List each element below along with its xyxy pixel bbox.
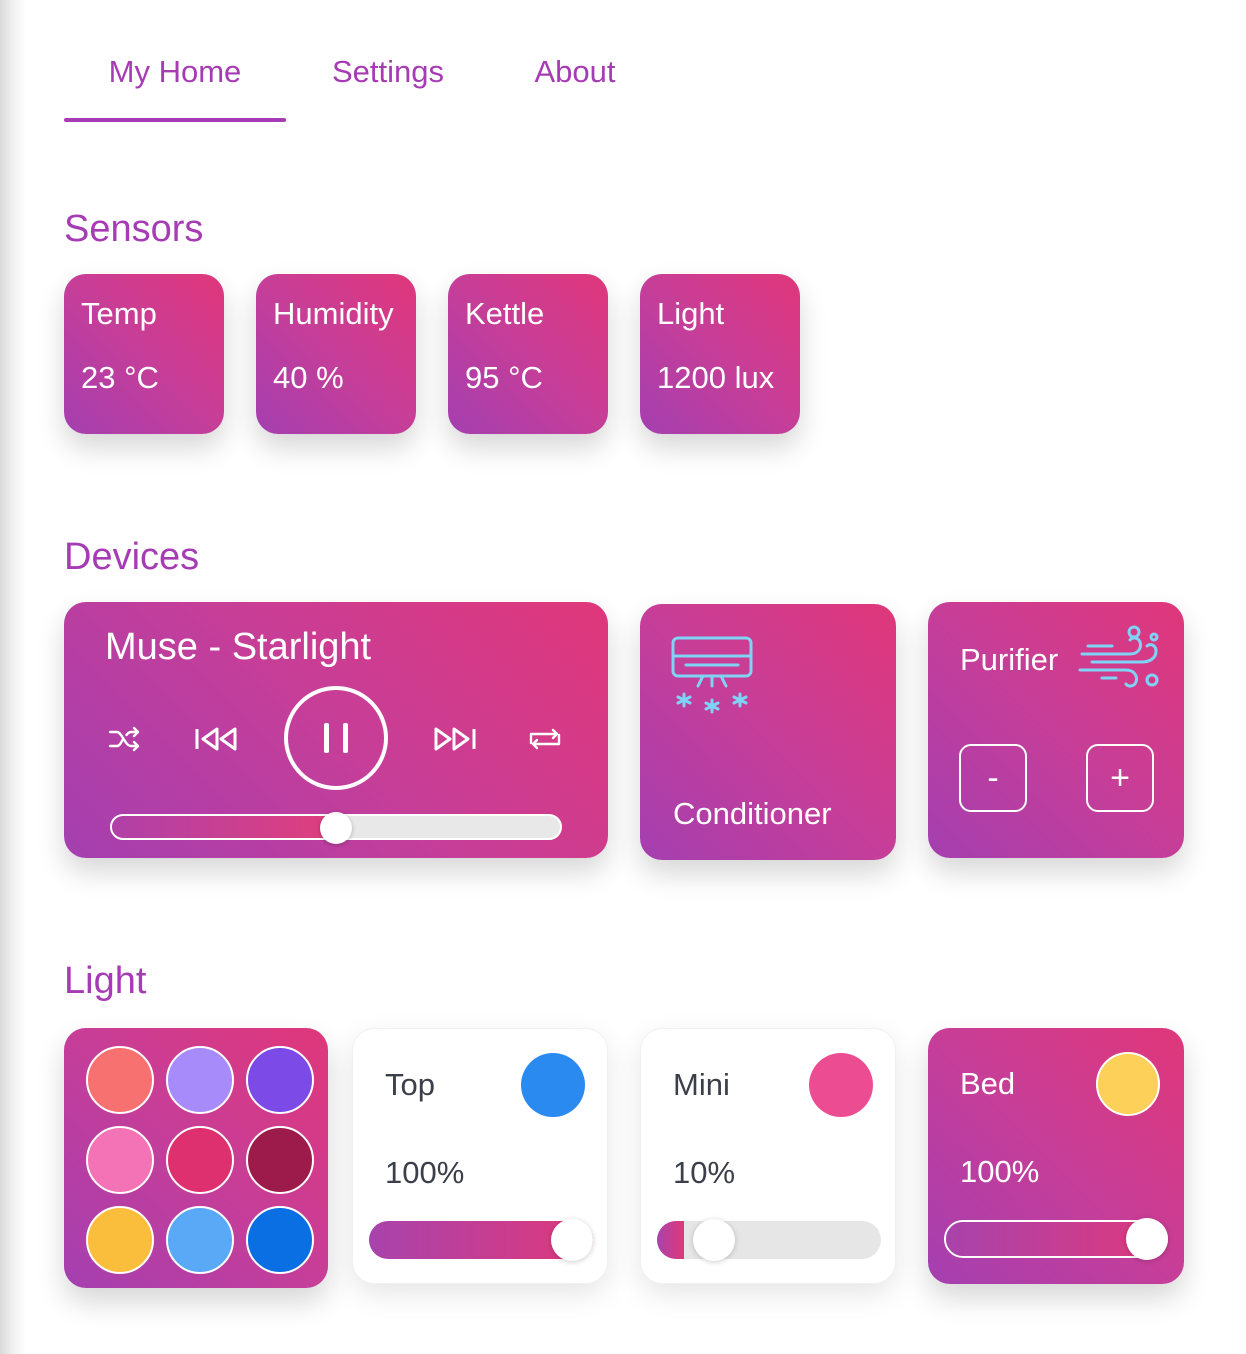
color-palette-card <box>64 1028 328 1288</box>
light-color-indicator[interactable] <box>521 1053 585 1117</box>
tab-settings[interactable]: Settings <box>286 0 490 122</box>
conditioner-label: Conditioner <box>673 796 832 831</box>
conditioner-card[interactable]: Conditioner <box>640 604 896 860</box>
light-card-bed: Bed 100% <box>928 1028 1184 1284</box>
pause-icon <box>324 723 348 753</box>
brightness-slider-handle[interactable] <box>551 1219 593 1261</box>
purifier-label: Purifier <box>960 642 1059 677</box>
left-edge-shadow <box>0 0 26 1354</box>
sensor-value: 95 °C <box>465 360 543 395</box>
sensor-value: 40 % <box>273 360 344 395</box>
tab-about[interactable]: About <box>490 0 660 122</box>
purifier-increase-button[interactable]: + <box>1086 744 1154 812</box>
sensor-card-light: Light 1200 lux <box>640 274 800 434</box>
color-swatch[interactable] <box>246 1206 314 1274</box>
song-title: Muse - Starlight <box>105 626 372 668</box>
brightness-slider-handle[interactable] <box>693 1219 735 1261</box>
next-button[interactable] <box>429 721 479 757</box>
light-brightness-value: 100% <box>385 1155 465 1190</box>
light-brightness-value: 100% <box>960 1154 1040 1189</box>
light-card-mini: Mini 10% <box>640 1028 896 1284</box>
wind-icon <box>1078 624 1162 697</box>
purifier-card: Purifier - + <box>928 602 1184 858</box>
sensor-card-humidity: Humidity 40 % <box>256 274 416 434</box>
section-title-light: Light <box>64 960 147 1002</box>
seek-bar-fill <box>112 816 336 838</box>
brightness-slider-fill <box>657 1221 684 1259</box>
light-name: Mini <box>673 1067 730 1102</box>
color-swatch[interactable] <box>166 1046 234 1114</box>
tab-my-home[interactable]: My Home <box>64 0 286 122</box>
light-color-indicator[interactable] <box>809 1053 873 1117</box>
previous-icon <box>195 727 237 751</box>
purifier-decrease-button[interactable]: - <box>959 744 1027 812</box>
previous-button[interactable] <box>192 721 242 757</box>
sensor-card-kettle: Kettle 95 °C <box>448 274 608 434</box>
seek-bar-handle[interactable] <box>320 812 352 844</box>
color-swatch[interactable] <box>86 1206 154 1274</box>
color-swatch[interactable] <box>86 1126 154 1194</box>
repeat-icon <box>529 728 561 750</box>
shuffle-icon <box>108 726 140 752</box>
color-swatch[interactable] <box>246 1046 314 1114</box>
top-tabs: My Home Settings About <box>64 0 660 124</box>
sensor-card-temp: Temp 23 °C <box>64 274 224 434</box>
light-color-indicator[interactable] <box>1096 1052 1160 1116</box>
brightness-slider[interactable] <box>657 1221 881 1259</box>
brightness-slider-handle[interactable] <box>1126 1218 1168 1260</box>
sensor-name: Temp <box>81 296 157 331</box>
color-swatch[interactable] <box>246 1126 314 1194</box>
music-player-card: Muse - Starlight <box>64 602 608 858</box>
next-icon <box>434 727 476 751</box>
section-title-sensors: Sensors <box>64 208 204 250</box>
color-swatch[interactable] <box>166 1206 234 1274</box>
sensor-name: Kettle <box>465 296 545 331</box>
sensor-value: 1200 lux <box>657 360 775 395</box>
light-name: Bed <box>960 1066 1016 1101</box>
air-conditioner-icon <box>670 634 754 723</box>
shuffle-button[interactable] <box>106 722 144 756</box>
color-swatch[interactable] <box>86 1046 154 1114</box>
light-brightness-value: 10% <box>673 1155 736 1190</box>
light-card-top: Top 100% <box>352 1028 608 1284</box>
color-swatch[interactable] <box>166 1126 234 1194</box>
section-title-devices: Devices <box>64 536 200 578</box>
light-name: Top <box>385 1067 435 1102</box>
pause-button[interactable] <box>284 686 388 790</box>
sensor-name: Humidity <box>273 296 394 331</box>
repeat-button[interactable] <box>526 722 564 756</box>
sensor-name: Light <box>657 296 725 331</box>
sensor-value: 23 °C <box>81 360 159 395</box>
